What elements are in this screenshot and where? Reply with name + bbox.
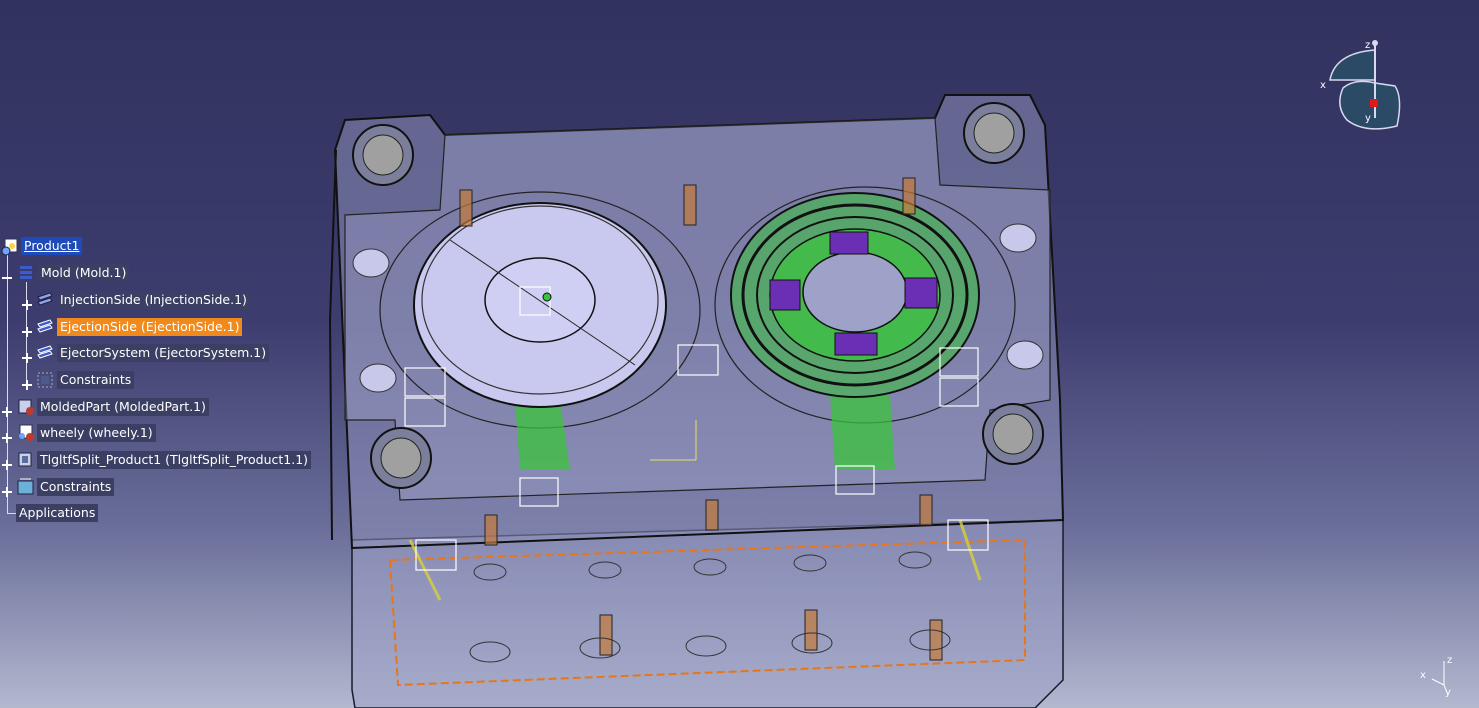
- tree-item-split-product[interactable]: TlgltfSplit_Product1 (TlgltfSplit_Produc…: [0, 449, 312, 471]
- triad-z-label: z: [1447, 655, 1453, 666]
- triad-y-label: y: [1445, 687, 1451, 698]
- tree-item-injection-side[interactable]: InjectionSide (InjectionSide.1): [20, 289, 250, 311]
- specification-tree[interactable]: Product1 Mold (Mold.1) InjectionSide (In…: [0, 232, 330, 532]
- expand-icon[interactable]: [2, 402, 12, 417]
- tree-item-label: wheely (wheely.1): [37, 424, 156, 442]
- tree-item-label: Constraints: [37, 478, 115, 496]
- compass-widget[interactable]: x y z: [1315, 38, 1410, 138]
- collapse-icon[interactable]: [2, 268, 12, 279]
- tree-item-label: Mold (Mold.1): [38, 264, 130, 282]
- part-icon: [16, 451, 34, 469]
- tree-item-label: EjectorSystem (EjectorSystem.1): [57, 344, 270, 362]
- tree-root-label: Product1: [21, 237, 83, 255]
- tree-item-ejection-side[interactable]: EjectionSide (EjectionSide.1): [20, 316, 243, 338]
- constraints-icon: [16, 478, 34, 496]
- expand-icon[interactable]: [22, 295, 32, 310]
- part-icon: [16, 398, 34, 416]
- tree-item-label: MoldedPart (MoldedPart.1): [37, 398, 209, 416]
- mold-model[interactable]: [328, 94, 1065, 708]
- expand-icon[interactable]: [22, 348, 32, 363]
- tree-item-constraints-sub[interactable]: Constraints: [20, 369, 135, 391]
- compass-y-label: y: [1365, 113, 1371, 124]
- expand-icon[interactable]: [2, 455, 12, 470]
- plate-stack-icon: [36, 291, 54, 309]
- axis-triad: x y z: [1418, 655, 1458, 700]
- tree-item-constraints[interactable]: Constraints: [0, 476, 115, 498]
- tree-item-label: InjectionSide (InjectionSide.1): [57, 291, 250, 309]
- constraints-icon: [36, 371, 54, 389]
- tree-item-label: EjectionSide (EjectionSide.1): [57, 318, 243, 336]
- tree-item-mold[interactable]: Mold (Mold.1): [0, 262, 130, 284]
- assembly-icon: [17, 264, 35, 282]
- plate-stack-icon: [36, 318, 54, 336]
- tree-item-label: Applications: [16, 504, 99, 522]
- cavity-insert-left[interactable]: [413, 202, 667, 408]
- tree-item-wheely[interactable]: wheely (wheely.1): [0, 422, 156, 444]
- expand-icon[interactable]: [22, 322, 32, 337]
- compass-x-label: x: [1320, 80, 1326, 91]
- tree-item-molded-part[interactable]: MoldedPart (MoldedPart.1): [0, 396, 209, 418]
- product-icon: [16, 424, 34, 442]
- tree-root-product1[interactable]: Product1: [0, 235, 83, 257]
- expand-icon[interactable]: [2, 428, 12, 443]
- tree-item-ejector-system[interactable]: EjectorSystem (EjectorSystem.1): [20, 342, 270, 364]
- tree-item-applications[interactable]: Applications: [16, 502, 99, 524]
- compass-z-label: z: [1365, 40, 1371, 51]
- tree-item-label: Constraints: [57, 371, 135, 389]
- plate-stack-icon: [36, 344, 54, 362]
- expand-icon[interactable]: [22, 375, 32, 390]
- tree-item-label: TlgltfSplit_Product1 (TlgltfSplit_Produc…: [37, 451, 312, 469]
- expand-icon[interactable]: [2, 482, 12, 497]
- triad-x-label: x: [1420, 670, 1426, 681]
- core-insert-right[interactable]: [730, 192, 980, 398]
- product-icon: [0, 237, 18, 256]
